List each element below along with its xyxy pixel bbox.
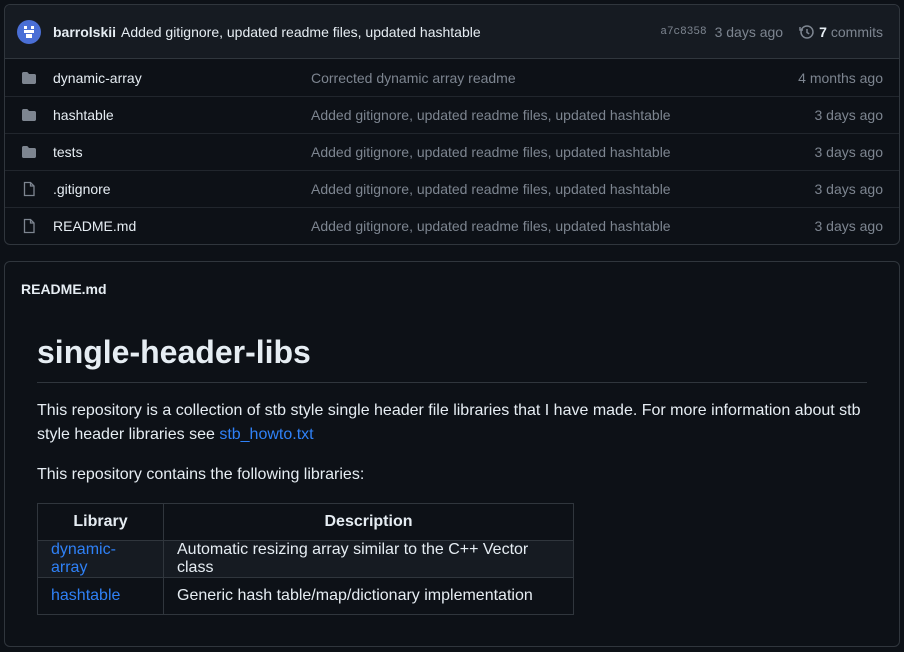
history-icon (799, 24, 814, 39)
stb-howto-link[interactable]: stb_howto.txt (219, 426, 313, 443)
table-header-library: Library (37, 503, 164, 541)
file-icon (21, 218, 37, 234)
file-name-link[interactable]: tests (53, 144, 311, 160)
file-icon (21, 181, 37, 197)
author-avatar[interactable] (17, 19, 41, 44)
file-row[interactable]: dynamic-array Corrected dynamic array rea… (5, 59, 899, 96)
file-row[interactable]: .gitignore Added gitignore, updated readm… (5, 170, 899, 207)
table-row: dynamic-array Automatic resizing array si… (37, 540, 574, 578)
commits-count: 7 (819, 23, 827, 40)
readme-intro: This repository is a collection of stb s… (37, 402, 861, 443)
file-commit-message-link[interactable]: Added gitignore, updated readme files, u… (311, 107, 815, 123)
file-commit-age: 3 days ago (814, 107, 884, 123)
commits-history-link[interactable]: 7 commits (799, 24, 883, 40)
readme-header[interactable]: README.md (5, 262, 899, 316)
file-commit-message-link[interactable]: Corrected dynamic array readme (311, 70, 798, 86)
folder-icon (21, 70, 37, 86)
library-cell: hashtable (37, 577, 164, 615)
readme-body: single-header-libs This repository is a … (5, 316, 899, 615)
table-header-description: Description (163, 503, 574, 541)
file-commit-message-link[interactable]: Added gitignore, updated readme files, u… (311, 218, 815, 234)
file-commit-message-link[interactable]: Added gitignore, updated readme files, u… (311, 144, 815, 160)
file-row[interactable]: hashtable Added gitignore, updated readme… (5, 96, 899, 133)
table-row: hashtable Generic hash table/map/dictiona… (37, 577, 574, 615)
file-name-link[interactable]: README.md (53, 218, 311, 234)
description-cell: Generic hash table/map/dictionary implem… (163, 577, 574, 615)
file-name-link[interactable]: dynamic-array (53, 70, 311, 86)
file-commit-age: 3 days ago (814, 181, 884, 197)
commit-sha-link[interactable]: a7c8358 (660, 26, 706, 38)
commit-age: 3 days ago (714, 23, 784, 40)
library-link[interactable]: dynamic-array (51, 541, 116, 576)
file-row[interactable]: README.md Added gitignore, updated readme… (5, 207, 899, 244)
description-cell: Automatic resizing array similar to the … (163, 540, 574, 578)
readme-title: single-header-libs (37, 332, 867, 383)
file-name-link[interactable]: hashtable (53, 107, 311, 123)
latest-commit-bar: barrolskii Added gitignore, updated read… (5, 5, 899, 59)
file-commit-age: 3 days ago (814, 144, 884, 160)
commit-message-link[interactable]: Added gitignore, updated readme files, u… (121, 24, 660, 40)
file-browser: barrolskii Added gitignore, updated read… (4, 4, 900, 245)
commits-label: commits (830, 23, 883, 40)
library-cell: dynamic-array (37, 540, 164, 578)
file-commit-message-link[interactable]: Added gitignore, updated readme files, u… (311, 181, 815, 197)
file-row[interactable]: tests Added gitignore, updated readme fil… (5, 133, 899, 170)
file-name-link[interactable]: .gitignore (53, 181, 311, 197)
readme-panel: README.md single-header-libs This reposi… (4, 261, 900, 647)
library-link[interactable]: hashtable (51, 587, 120, 604)
file-commit-age: 4 months ago (798, 69, 883, 86)
commit-author-link[interactable]: barrolskii (53, 24, 116, 40)
readme-contains: This repository contains the following l… (37, 466, 365, 483)
file-commit-age: 3 days ago (814, 218, 884, 234)
libraries-table: Library Description dynamic-array Automat… (37, 503, 574, 615)
folder-icon (21, 107, 37, 123)
folder-icon (21, 144, 37, 160)
